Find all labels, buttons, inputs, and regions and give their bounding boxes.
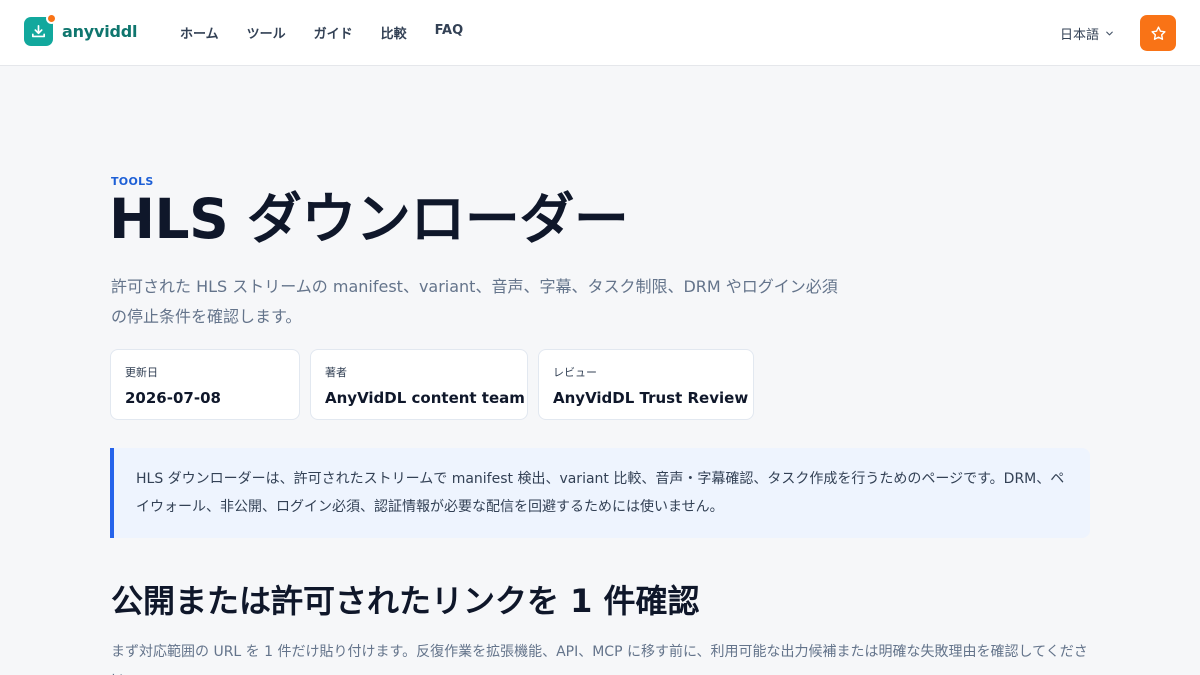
page-description: 許可された HLS ストリームの manifest、variant、音声、字幕、… [111, 277, 838, 326]
section-paragraph: まず対応範囲の URL を 1 件だけ貼り付けます。反復作業を拡張機能、API、… [111, 644, 1088, 675]
meta-value: 2026-07-08 [125, 389, 221, 407]
section-heading: 公開または許可されたリンクを 1 件確認 [111, 582, 700, 620]
nav-item-guides[interactable]: ガイド [314, 23, 353, 42]
callout-text: HLS ダウンローダーは、許可されたストリームで manifest 検出、var… [136, 471, 1065, 515]
favorite-button[interactable] [1140, 15, 1176, 51]
chevron-down-icon [1106, 31, 1113, 36]
meta-value: AnyVidDL content team [325, 389, 525, 407]
info-callout: HLS ダウンローダーは、許可されたストリームで manifest 検出、var… [110, 448, 1090, 538]
nav-item-home[interactable]: ホーム [180, 23, 219, 42]
language-label: 日本語 [1060, 28, 1100, 43]
meta-label: レビュー [553, 366, 597, 379]
meta-label: 著者 [325, 366, 347, 379]
meta-label: 更新日 [125, 366, 158, 379]
download-icon [24, 13, 57, 46]
brand-logo[interactable]: anyviddl [24, 13, 138, 46]
meta-card-review: レビュー AnyVidDL Trust Review [538, 349, 754, 420]
nav-item-tools[interactable]: ツール [247, 23, 286, 42]
star-icon [1150, 25, 1166, 40]
site-header: anyviddl ホーム ツール ガイド 比較 FAQ 日本語 [0, 0, 1200, 66]
nav-item-faq[interactable]: FAQ [435, 23, 464, 42]
nav-item-compare[interactable]: 比較 [381, 23, 407, 42]
meta-card-updated: 更新日 2026-07-08 [110, 349, 300, 420]
meta-value: AnyVidDL Trust Review [553, 389, 749, 407]
main-nav: ホーム ツール ガイド 比較 FAQ [180, 23, 491, 42]
brand-name: anyviddl [62, 22, 138, 41]
notification-dot-icon [46, 13, 57, 24]
language-selector[interactable]: 日本語 [1060, 24, 1115, 43]
meta-card-author: 著者 AnyVidDL content team [310, 349, 528, 420]
page-title: HLS ダウンローダー [109, 187, 629, 251]
